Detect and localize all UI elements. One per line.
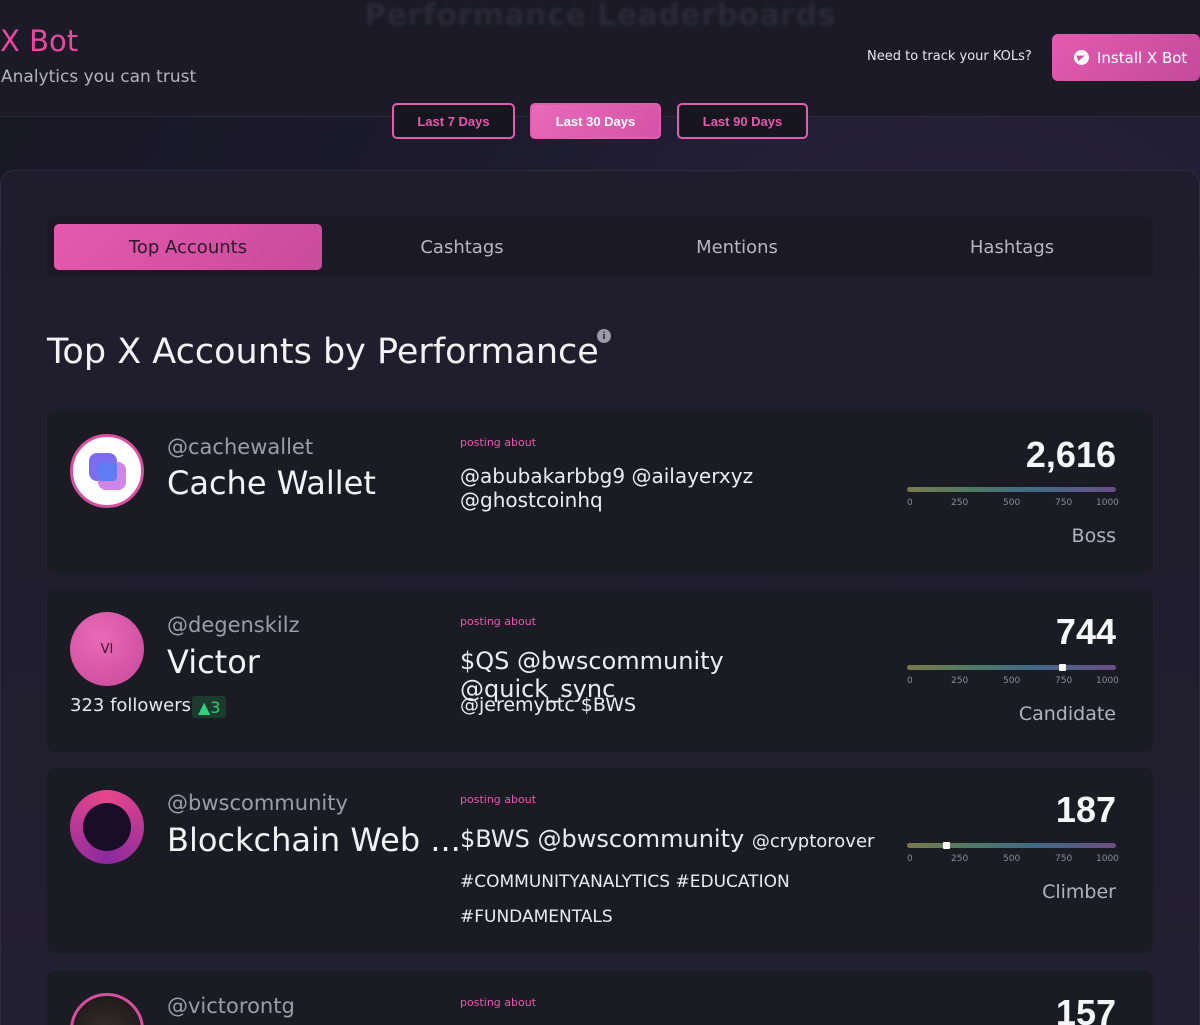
tab-hashtags[interactable]: Hashtags bbox=[878, 224, 1146, 270]
score-value: 187 bbox=[1055, 789, 1116, 830]
scale-tick: 750 bbox=[1055, 854, 1073, 864]
tab-mentions[interactable]: Mentions bbox=[603, 224, 871, 270]
scale-tick: 250 bbox=[951, 676, 969, 686]
topics-line: @jeremybtc $BWS bbox=[460, 694, 637, 716]
scale-tick: 1000 bbox=[1096, 498, 1119, 508]
topics-line: @abubakarbbg9 @ailayerxyz @ghostcoinhq bbox=[460, 464, 754, 512]
avatar bbox=[70, 790, 144, 864]
avatar bbox=[70, 434, 144, 508]
scale-tick: 0 bbox=[907, 676, 913, 686]
account-handle[interactable]: @cachewallet bbox=[167, 435, 313, 459]
avatar: VI bbox=[70, 612, 144, 686]
account-handle[interactable]: @degenskilz bbox=[167, 613, 300, 637]
topic-primary: $BWS @bwscommunity bbox=[460, 825, 745, 853]
scale-tick: 1000 bbox=[1096, 854, 1119, 864]
topics-line: #FUNDAMENTALS bbox=[460, 907, 613, 927]
score-marker bbox=[942, 842, 950, 849]
period-90-days-button[interactable]: Last 90 Days bbox=[677, 103, 808, 139]
scale-tick: 500 bbox=[1003, 854, 1021, 864]
period-30-days-button[interactable]: Last 30 Days bbox=[530, 103, 661, 139]
topic-secondary: @cryptorover bbox=[751, 831, 875, 852]
scale-tick: 750 bbox=[1055, 676, 1073, 686]
account-name[interactable]: Blockchain Web ... bbox=[167, 821, 461, 859]
score-value: 2,616 bbox=[1025, 434, 1116, 475]
period-7-days-button[interactable]: Last 7 Days bbox=[392, 103, 515, 139]
scale-tick: 0 bbox=[907, 498, 913, 508]
avatar bbox=[70, 993, 144, 1025]
scale-tick: 500 bbox=[1003, 676, 1021, 686]
bws-logo-icon bbox=[83, 803, 131, 851]
cache-wallet-logo-icon bbox=[89, 453, 126, 490]
rank-label: Candidate bbox=[1018, 703, 1116, 725]
posting-about-label: posting about bbox=[460, 996, 537, 1009]
rank-label: Boss bbox=[1071, 525, 1116, 547]
follower-count: 323 followers bbox=[70, 695, 192, 716]
score-value: 744 bbox=[1055, 611, 1116, 652]
account-name[interactable]: Cache Wallet bbox=[167, 464, 376, 502]
scale-tick: 1000 bbox=[1096, 676, 1119, 686]
scale-tick: 250 bbox=[951, 498, 969, 508]
posting-about-label: posting about bbox=[460, 436, 537, 449]
tab-cashtags[interactable]: Cashtags bbox=[328, 224, 596, 270]
topics-line: $BWS @bwscommunity @cryptorover bbox=[460, 825, 880, 853]
score-bar bbox=[907, 842, 1116, 849]
account-handle[interactable]: @bwscommunity bbox=[167, 791, 348, 815]
scale-tick: 500 bbox=[1003, 498, 1021, 508]
scale-tick: 750 bbox=[1055, 498, 1073, 508]
tab-top-accounts[interactable]: Top Accounts bbox=[54, 224, 322, 270]
account-card[interactable]: VI @degenskilz Victor 323 followers ▲3 p… bbox=[47, 590, 1153, 752]
scale-tick: 250 bbox=[951, 854, 969, 864]
telegram-icon bbox=[1074, 50, 1089, 65]
score-bar bbox=[907, 487, 1116, 492]
posting-about-label: posting about bbox=[460, 793, 537, 806]
brand-logo-text[interactable]: X Bot bbox=[0, 24, 78, 58]
score-value: 157 bbox=[1055, 992, 1116, 1025]
leaderboard-tabs: Top Accounts Cashtags Mentions Hashtags bbox=[47, 217, 1153, 277]
follower-delta-badge: ▲3 bbox=[192, 696, 227, 718]
score-scale: 0 250 500 750 1000 bbox=[907, 498, 1119, 510]
header: Performance Leaderboards X Bot Analytics… bbox=[0, 0, 1200, 117]
account-card[interactable]: @cachewallet Cache Wallet posting about … bbox=[47, 411, 1153, 573]
account-card[interactable]: @victorontg posting about 157 bbox=[47, 971, 1153, 1025]
scale-tick: 0 bbox=[907, 854, 913, 864]
topics-line: #COMMUNITYANALYTICS #EDUCATION bbox=[460, 872, 790, 892]
score-scale: 0 250 500 750 1000 bbox=[907, 676, 1119, 688]
account-handle[interactable]: @victorontg bbox=[167, 994, 295, 1018]
install-x-bot-button[interactable]: Install X Bot bbox=[1052, 34, 1200, 81]
section-title: Top X Accounts by Performance bbox=[47, 332, 599, 372]
page-heading-ghost: Performance Leaderboards bbox=[364, 0, 836, 33]
rank-label: Climber bbox=[1042, 881, 1116, 903]
posting-about-label: posting about bbox=[460, 615, 537, 628]
account-card[interactable]: @bwscommunity Blockchain Web ... posting… bbox=[47, 768, 1153, 953]
kol-prompt: Need to track your KOLs? bbox=[867, 49, 1032, 64]
score-bar bbox=[907, 664, 1116, 671]
tagline: Analytics you can trust bbox=[1, 67, 197, 87]
install-button-label: Install X Bot bbox=[1097, 48, 1188, 67]
score-marker bbox=[1058, 664, 1066, 671]
account-name[interactable]: Victor bbox=[167, 643, 260, 681]
info-icon[interactable]: i bbox=[597, 329, 611, 343]
score-scale: 0 250 500 750 1000 bbox=[907, 854, 1119, 866]
